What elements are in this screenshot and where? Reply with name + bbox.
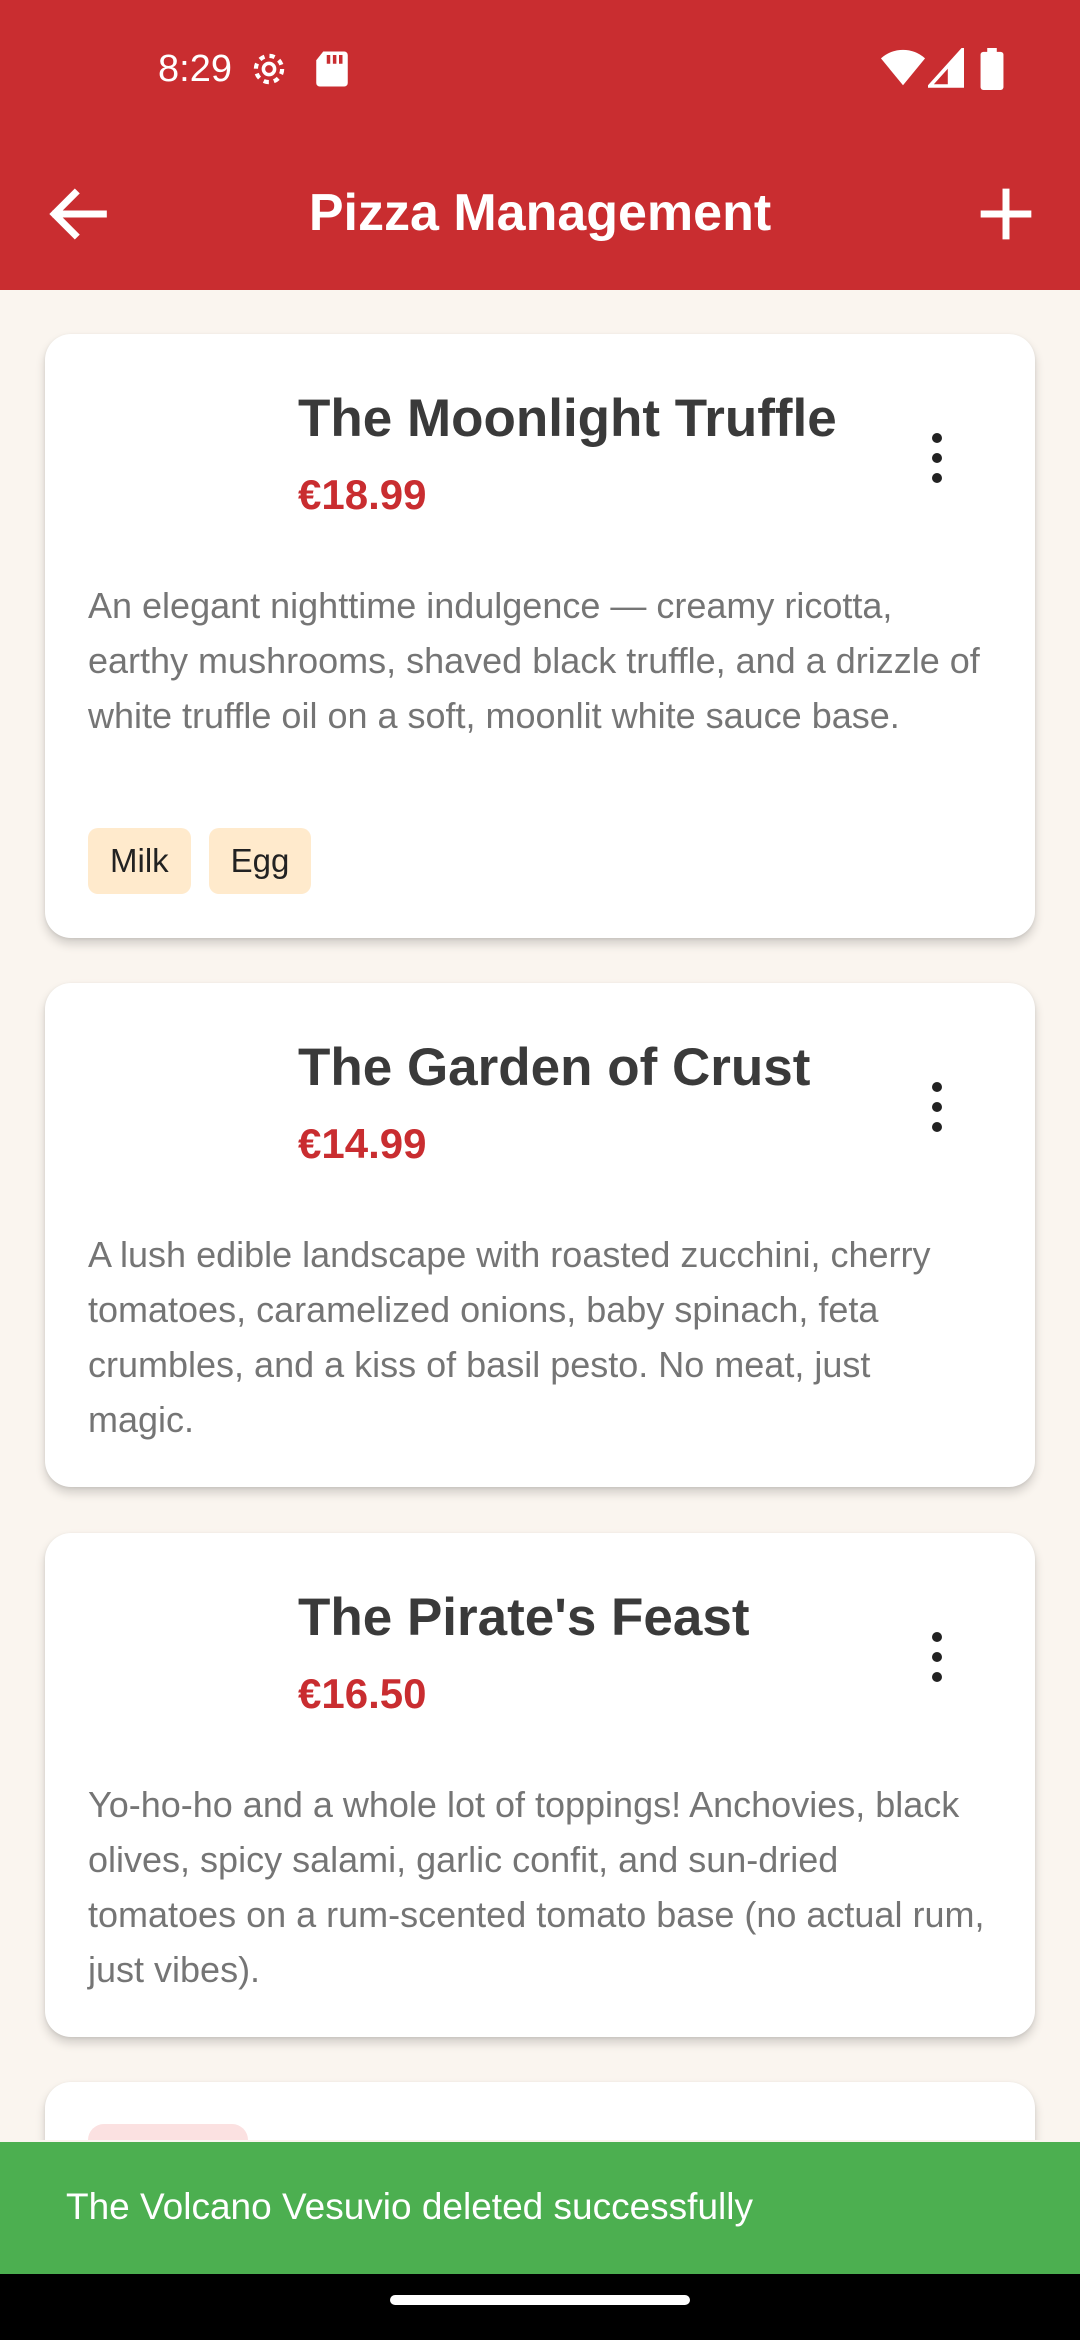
more-options-button[interactable] (925, 430, 949, 486)
app-bar: Pizza Management (0, 140, 1080, 290)
more-vert-icon (932, 1632, 942, 1682)
pizza-description: A lush edible landscape with roasted zuc… (88, 1234, 931, 1440)
pizza-name: The Garden of Crust (298, 1038, 811, 1097)
allergen-tag (88, 2124, 248, 2140)
more-vert-icon (932, 433, 942, 483)
allergen-tag: Milk (88, 828, 191, 894)
pizza-price: €18.99 (298, 471, 427, 518)
more-vert-icon (932, 1082, 942, 1132)
pizza-card[interactable]: The Garden of Crust €14.99 A lush edible… (45, 983, 1035, 1487)
pizza-price: €14.99 (298, 1120, 427, 1167)
pizza-card[interactable]: The Pirate's Feast €16.50 Yo-ho-ho and a… (45, 1533, 1035, 2037)
pizza-list[interactable]: The Moonlight Truffle €18.99 An elegant … (0, 290, 1080, 2140)
system-nav-bar (0, 2274, 1080, 2340)
sd-card-icon (316, 51, 348, 87)
wifi-icon (880, 49, 926, 86)
page-title: Pizza Management (308, 184, 772, 242)
pizza-card[interactable]: The Moonlight Truffle €18.99 An elegant … (45, 334, 1035, 938)
more-options-button[interactable] (925, 1079, 949, 1135)
status-bar: 8:29 (0, 0, 1080, 140)
more-options-button[interactable] (925, 1629, 949, 1685)
pizza-description: An elegant nighttime indulgence — creamy… (88, 585, 980, 736)
snackbar-message: The Volcano Vesuvio deleted successfully (66, 2186, 753, 2227)
home-indicator[interactable] (390, 2295, 690, 2305)
battery-icon (980, 48, 1004, 90)
allergen-tags: Milk Egg (88, 828, 312, 894)
allergen-tag: Egg (208, 828, 312, 894)
snackbar: The Volcano Vesuvio deleted successfully (0, 2142, 1080, 2274)
pizza-price: €16.50 (298, 1670, 427, 1717)
settings-icon (253, 53, 285, 85)
signal-icon (928, 48, 964, 88)
pizza-card[interactable] (45, 2082, 1035, 2140)
add-pizza-button[interactable] (968, 176, 1044, 252)
pizza-name: The Pirate's Feast (298, 1588, 750, 1647)
add-icon (980, 188, 1032, 240)
pizza-description: Yo-ho-ho and a whole lot of toppings! An… (88, 1784, 985, 1990)
pizza-name: The Moonlight Truffle (298, 389, 837, 448)
status-time: 8:29 (158, 48, 232, 90)
